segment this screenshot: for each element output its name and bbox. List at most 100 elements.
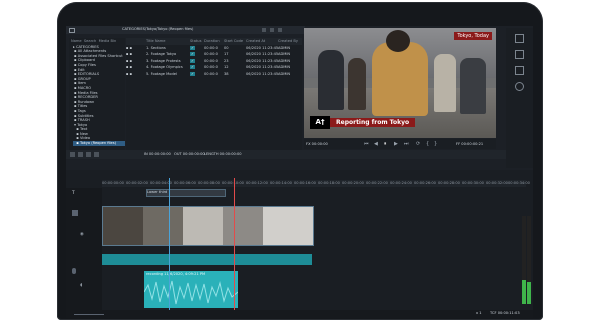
status-badge: ✓: [190, 52, 196, 57]
thumbnail: [223, 207, 263, 245]
color-icon[interactable]: [515, 82, 524, 91]
video-audio-clip[interactable]: [102, 254, 312, 265]
breadcrumb: CATEGORIES/Tokyo/Tokyo (Reopen files): [122, 27, 194, 31]
layers-icon[interactable]: [515, 50, 524, 59]
out-point: OUT 00:00:00:00: [174, 152, 205, 156]
pen-icon[interactable]: [515, 34, 524, 43]
eye-icon[interactable]: ◉: [80, 232, 84, 237]
ruler-tick: 00:00:32:00: [486, 181, 508, 185]
title-clip[interactable]: Lower third: [146, 189, 226, 197]
zoom-slider[interactable]: [74, 314, 104, 315]
table-row[interactable]: ▪ ▪ 2. Footage Tokyo ✓ 00:00:0 17 06/202…: [126, 51, 302, 58]
playhead[interactable]: [169, 178, 170, 314]
ruler-tick: 00:00:12:00: [246, 181, 268, 185]
thumbnail: [263, 207, 313, 245]
thumbnail: [143, 207, 183, 245]
list-header: Title Name Status Duration Start Code Cr…: [126, 38, 302, 45]
ruler-tick: 00:00:02:00: [126, 181, 148, 185]
ruler-tick: 00:00:26:00: [414, 181, 436, 185]
mark-in-icon[interactable]: {: [426, 141, 429, 147]
loop-icon[interactable]: ⟳: [416, 141, 420, 147]
mark-out-icon[interactable]: }: [434, 141, 437, 147]
split-icon[interactable]: [86, 152, 91, 157]
settings-icon[interactable]: [278, 28, 282, 32]
table-row[interactable]: ▪ ▪ 1. Sections ✓ 00:00:0 00 06/2020 11:…: [126, 45, 302, 52]
timecode-right: FF 00:00:00:21: [456, 142, 484, 146]
timeline-footer: x 1 TCF 00:00:11:03: [66, 310, 533, 318]
ripple-icon[interactable]: [94, 152, 99, 157]
step-forward-icon[interactable]: ▶: [394, 141, 398, 147]
search-icon[interactable]: [69, 28, 75, 33]
table-row[interactable]: ▪ ▪ 5. Footage Model ✓ 00:00:0 38 06/202…: [126, 71, 302, 78]
cut-icon[interactable]: [70, 152, 75, 157]
ruler-tick: 00:00:28:00: [438, 181, 460, 185]
speaker-icon[interactable]: ◖: [80, 283, 82, 288]
table-row[interactable]: ▪ ▪ 4. Footage Olympics ✓ 00:00:0 12 06/…: [126, 64, 302, 71]
audio-meter-left-level: [522, 280, 526, 304]
ruler-tick: 00:00:18:00: [318, 181, 340, 185]
track-headers: T ◉ ◖: [66, 188, 102, 312]
folder-header: Name Search Media Bin: [69, 38, 125, 45]
person-figure: [318, 50, 344, 110]
timecode-left: FX 00:00:00: [306, 142, 328, 146]
editor-window: CATEGORIES/Tokyo/Tokyo (Reopen files) Na…: [66, 26, 533, 318]
column-by[interactable]: Created By: [278, 39, 298, 44]
time-ruler[interactable]: 00:00:00:00 00:00:02:00 00:00:04:00 00:0…: [102, 180, 530, 187]
grid-view-icon[interactable]: [262, 28, 266, 32]
ruler-tick: 00:00:06:00: [174, 181, 196, 185]
channel-logo: A†: [310, 116, 330, 129]
status-badge: ✓: [190, 71, 196, 76]
length: LENGTH 00:00:00:00: [204, 152, 242, 156]
column-media-bin[interactable]: Media Bin: [99, 39, 117, 43]
column-created[interactable]: Created At: [246, 39, 278, 44]
title-track-icon[interactable]: T: [72, 191, 75, 196]
effects-icon[interactable]: [515, 66, 524, 75]
title-list: Title Name Status Duration Start Code Cr…: [126, 38, 302, 156]
microphone-icon[interactable]: [72, 268, 76, 274]
column-status[interactable]: Status: [190, 39, 204, 44]
next-frame-icon[interactable]: ⏭: [404, 141, 409, 147]
person-figure: [460, 58, 486, 114]
audio-meter-right-level: [527, 282, 531, 304]
zoom-level: x 1: [476, 311, 482, 315]
overlay-top-title: Tokyo, Today: [454, 32, 492, 40]
list-view-icon[interactable]: [270, 28, 274, 32]
ruler-tick: 00:00:22:00: [366, 181, 388, 185]
table-row[interactable]: ▪ ▪ 3. Footage Protests ✓ 00:00:0 23 06/…: [126, 58, 302, 65]
in-marker[interactable]: [234, 178, 235, 314]
ruler-tick: 00:00:20:00: [342, 181, 364, 185]
step-back-icon[interactable]: ◀: [374, 141, 378, 147]
preview-monitor[interactable]: Tokyo, Today Reporting from Tokyo A†: [304, 28, 496, 138]
previous-frame-icon[interactable]: ⏮: [364, 141, 369, 147]
status-badge: ✓: [190, 65, 196, 70]
ruler-tick: 00:00:00:00: [102, 181, 124, 185]
play-pause-icon[interactable]: ⏸: [384, 141, 387, 147]
trim-icon[interactable]: [78, 152, 83, 157]
thumbnail: [103, 207, 143, 245]
right-toolbar: [506, 28, 533, 168]
ruler-tick: 00:00:14:00: [270, 181, 292, 185]
video-clip[interactable]: [102, 206, 314, 246]
column-duration[interactable]: Duration: [204, 39, 224, 44]
column-title[interactable]: Title Name: [146, 39, 190, 44]
timeline-timecode: TCF 00:00:11:03: [490, 311, 520, 315]
ruler-tick: 00:00:24:00: [390, 181, 412, 185]
ruler-tick: 00:00:16:00: [294, 181, 316, 185]
timeline-toolbar: IN 00:00:00:00 OUT 00:00:00:00 LENGTH 00…: [66, 150, 506, 159]
in-point: IN 00:00:00:00: [144, 152, 171, 156]
audio-waveform: [144, 280, 238, 305]
status-badge: ✓: [190, 58, 196, 63]
person-head: [386, 30, 410, 52]
audio-clip[interactable]: recording 11/6/2020, 4:09:21 PM: [144, 271, 238, 308]
video-track-icon[interactable]: [72, 210, 78, 216]
column-search[interactable]: Search: [84, 39, 96, 43]
ruler-tick: 00:00:34:00: [508, 181, 530, 185]
column-start[interactable]: Start Code: [224, 39, 246, 44]
transport-bar: FX 00:00:00 ⏮ ◀ ⏸ ▶ ⏭ ⟳ { } FF 00:00:00:…: [304, 139, 496, 149]
thumbnail: [183, 207, 223, 245]
column-name[interactable]: Name: [71, 39, 82, 43]
person-figure: [434, 54, 456, 112]
person-figure: [372, 42, 428, 116]
folder-item-selected[interactable]: ▪ Tokyo (Reopen files): [73, 141, 125, 146]
audio-clip-label: recording 11/6/2020, 4:09:21 PM: [146, 272, 206, 276]
